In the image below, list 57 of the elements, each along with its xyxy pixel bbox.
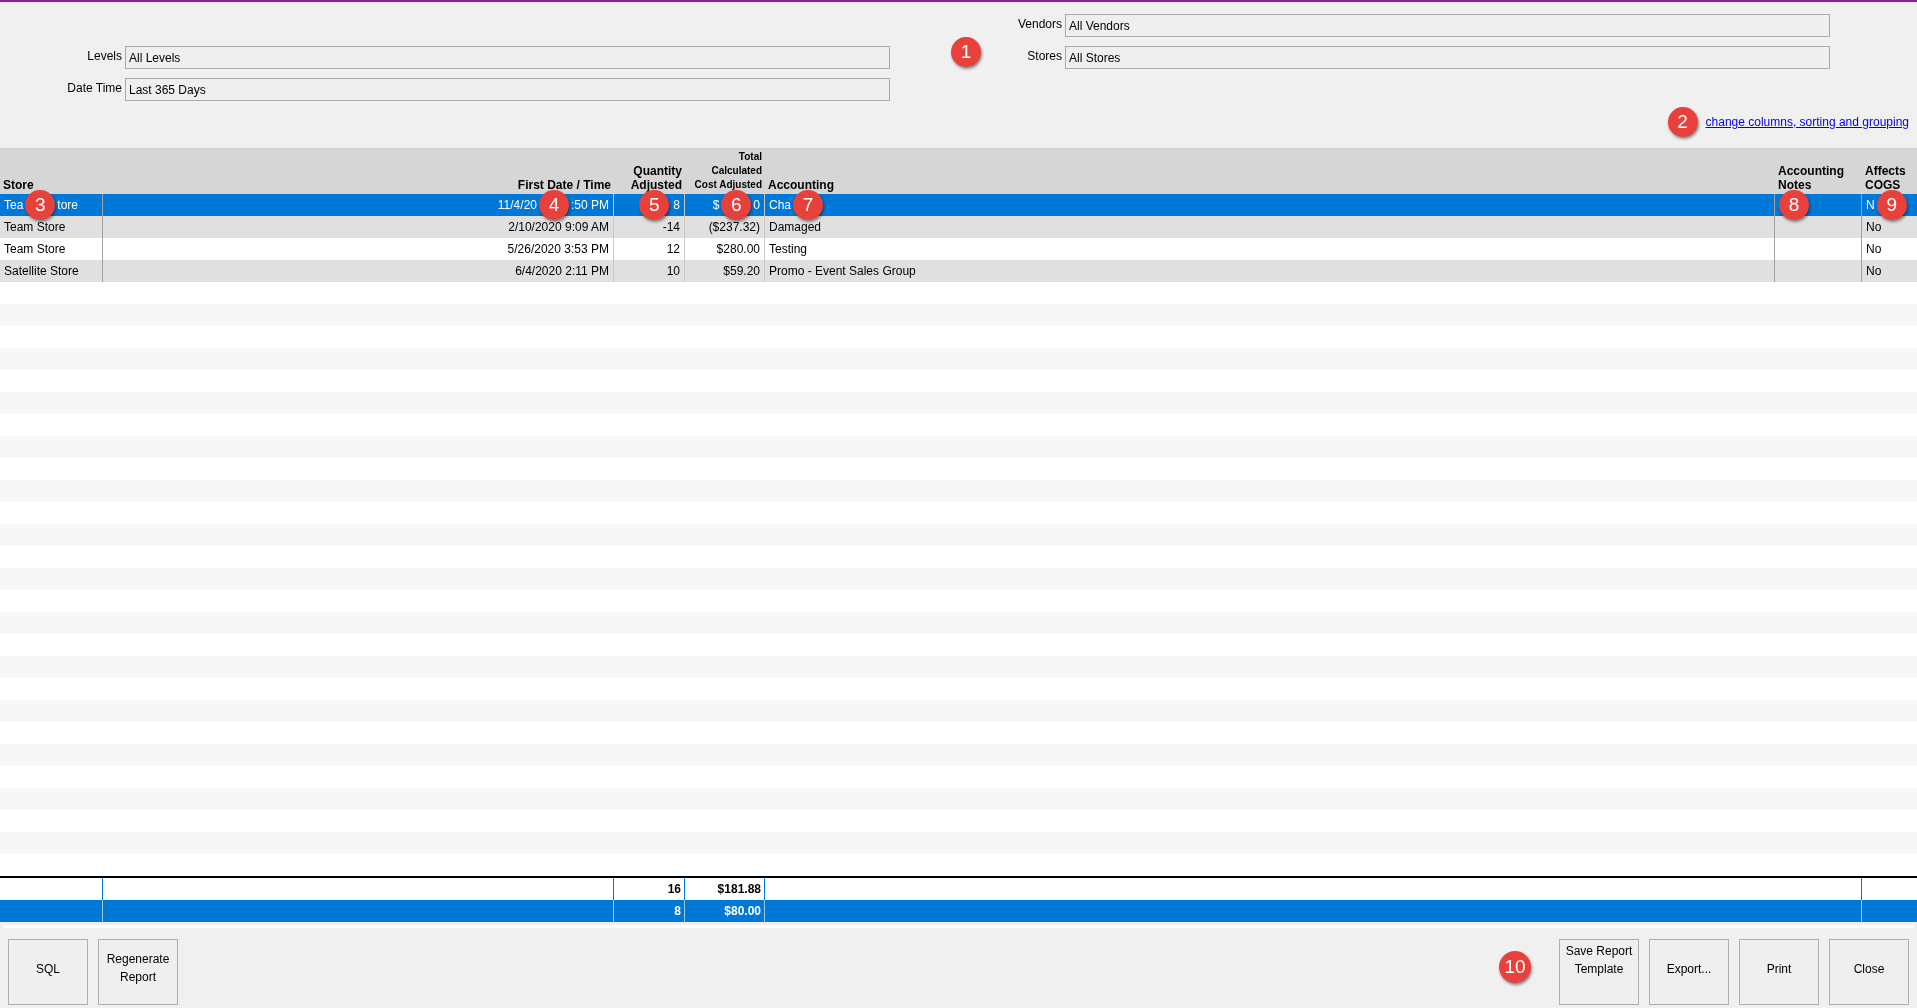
cell-text: $: [712, 197, 720, 214]
cell-text: N: [1866, 197, 1875, 214]
table-row[interactable]: Satellite Store 6/4/2020 2:11 PM 10 $59.20 Promo - Event Sales Group No: [0, 260, 1917, 282]
filter-label: Vendors: [1017, 16, 1062, 33]
cell-text: Satellite Store: [4, 263, 79, 280]
cell-text: tore: [57, 197, 79, 214]
column-header[interactable]: First Date / Time: [517, 178, 611, 192]
cell-text: 11/4/20: [497, 197, 537, 214]
cell-text: 8: [673, 197, 680, 214]
cell-text: Team Store: [4, 241, 66, 258]
cell-text: Testing: [769, 241, 808, 258]
cell-text: -14: [662, 219, 680, 236]
callout-badge: 2: [1667, 107, 1698, 137]
cell-text: Team Store: [4, 219, 66, 236]
cell-text: $59.20: [723, 263, 760, 280]
cell-text: 0: [753, 197, 760, 214]
column-header[interactable]: Quantity Adjusted: [620, 164, 682, 192]
filter-label: Stores: [1027, 48, 1062, 65]
column-header[interactable]: Accounting: [768, 178, 834, 192]
callout-badge: 10: [1499, 951, 1531, 983]
callout-badge: 1: [951, 37, 981, 67]
action-button[interactable]: Export...: [1649, 939, 1729, 1005]
table-row[interactable]: Team Store 2/10/2020 9:09 AM -14 ($237.32) Damaged No: [0, 216, 1917, 238]
total-value: 16: [667, 881, 681, 898]
filter-label: Levels: [87, 48, 122, 65]
filter-field[interactable]: All Stores: [1065, 46, 1830, 69]
cell-text: Cha: [769, 197, 791, 214]
cell-text: No: [1866, 219, 1882, 236]
action-button[interactable]: Close: [1829, 939, 1909, 1005]
cell-text: :50 PM: [571, 197, 609, 214]
filter-label: Date Time: [67, 80, 122, 97]
action-button[interactable]: Print: [1739, 939, 1819, 1005]
total-value: $80.00: [724, 903, 761, 920]
action-button[interactable]: SQL: [8, 939, 88, 1005]
cell-text: Damaged: [769, 219, 822, 236]
cell-text: 12: [666, 241, 680, 258]
column-header[interactable]: Store: [3, 178, 34, 192]
cell-text: Promo - Event Sales Group: [769, 263, 916, 280]
cell-text: 5/26/2020 3:53 PM: [507, 241, 609, 258]
cell-text: Tea: [4, 197, 24, 214]
cell-text: 2/10/2020 9:09 AM: [508, 219, 609, 236]
action-button[interactable]: Save Report Template: [1559, 939, 1639, 1005]
total-value: 8: [674, 903, 681, 920]
column-header[interactable]: Total Calculated Cost Adjusted: [692, 150, 762, 192]
cell-text: 10: [666, 263, 680, 280]
total-value: $181.88: [717, 881, 761, 898]
cell-text: $280.00: [716, 241, 760, 258]
action-button[interactable]: Regenerate Report: [98, 939, 178, 1005]
filter-field[interactable]: All Vendors: [1065, 14, 1830, 37]
cell-text: 6/4/2020 2:11 PM: [515, 263, 609, 280]
filter-field[interactable]: Last 365 Days: [125, 78, 890, 101]
filter-field[interactable]: All Levels: [125, 46, 890, 69]
columns-link[interactable]: change columns, sorting and grouping: [1705, 113, 1909, 131]
cell-text: No: [1866, 263, 1882, 280]
cell-text: ($237.32): [708, 219, 760, 236]
cell-text: No: [1866, 241, 1882, 258]
column-header[interactable]: Affects COGS: [1865, 164, 1910, 192]
